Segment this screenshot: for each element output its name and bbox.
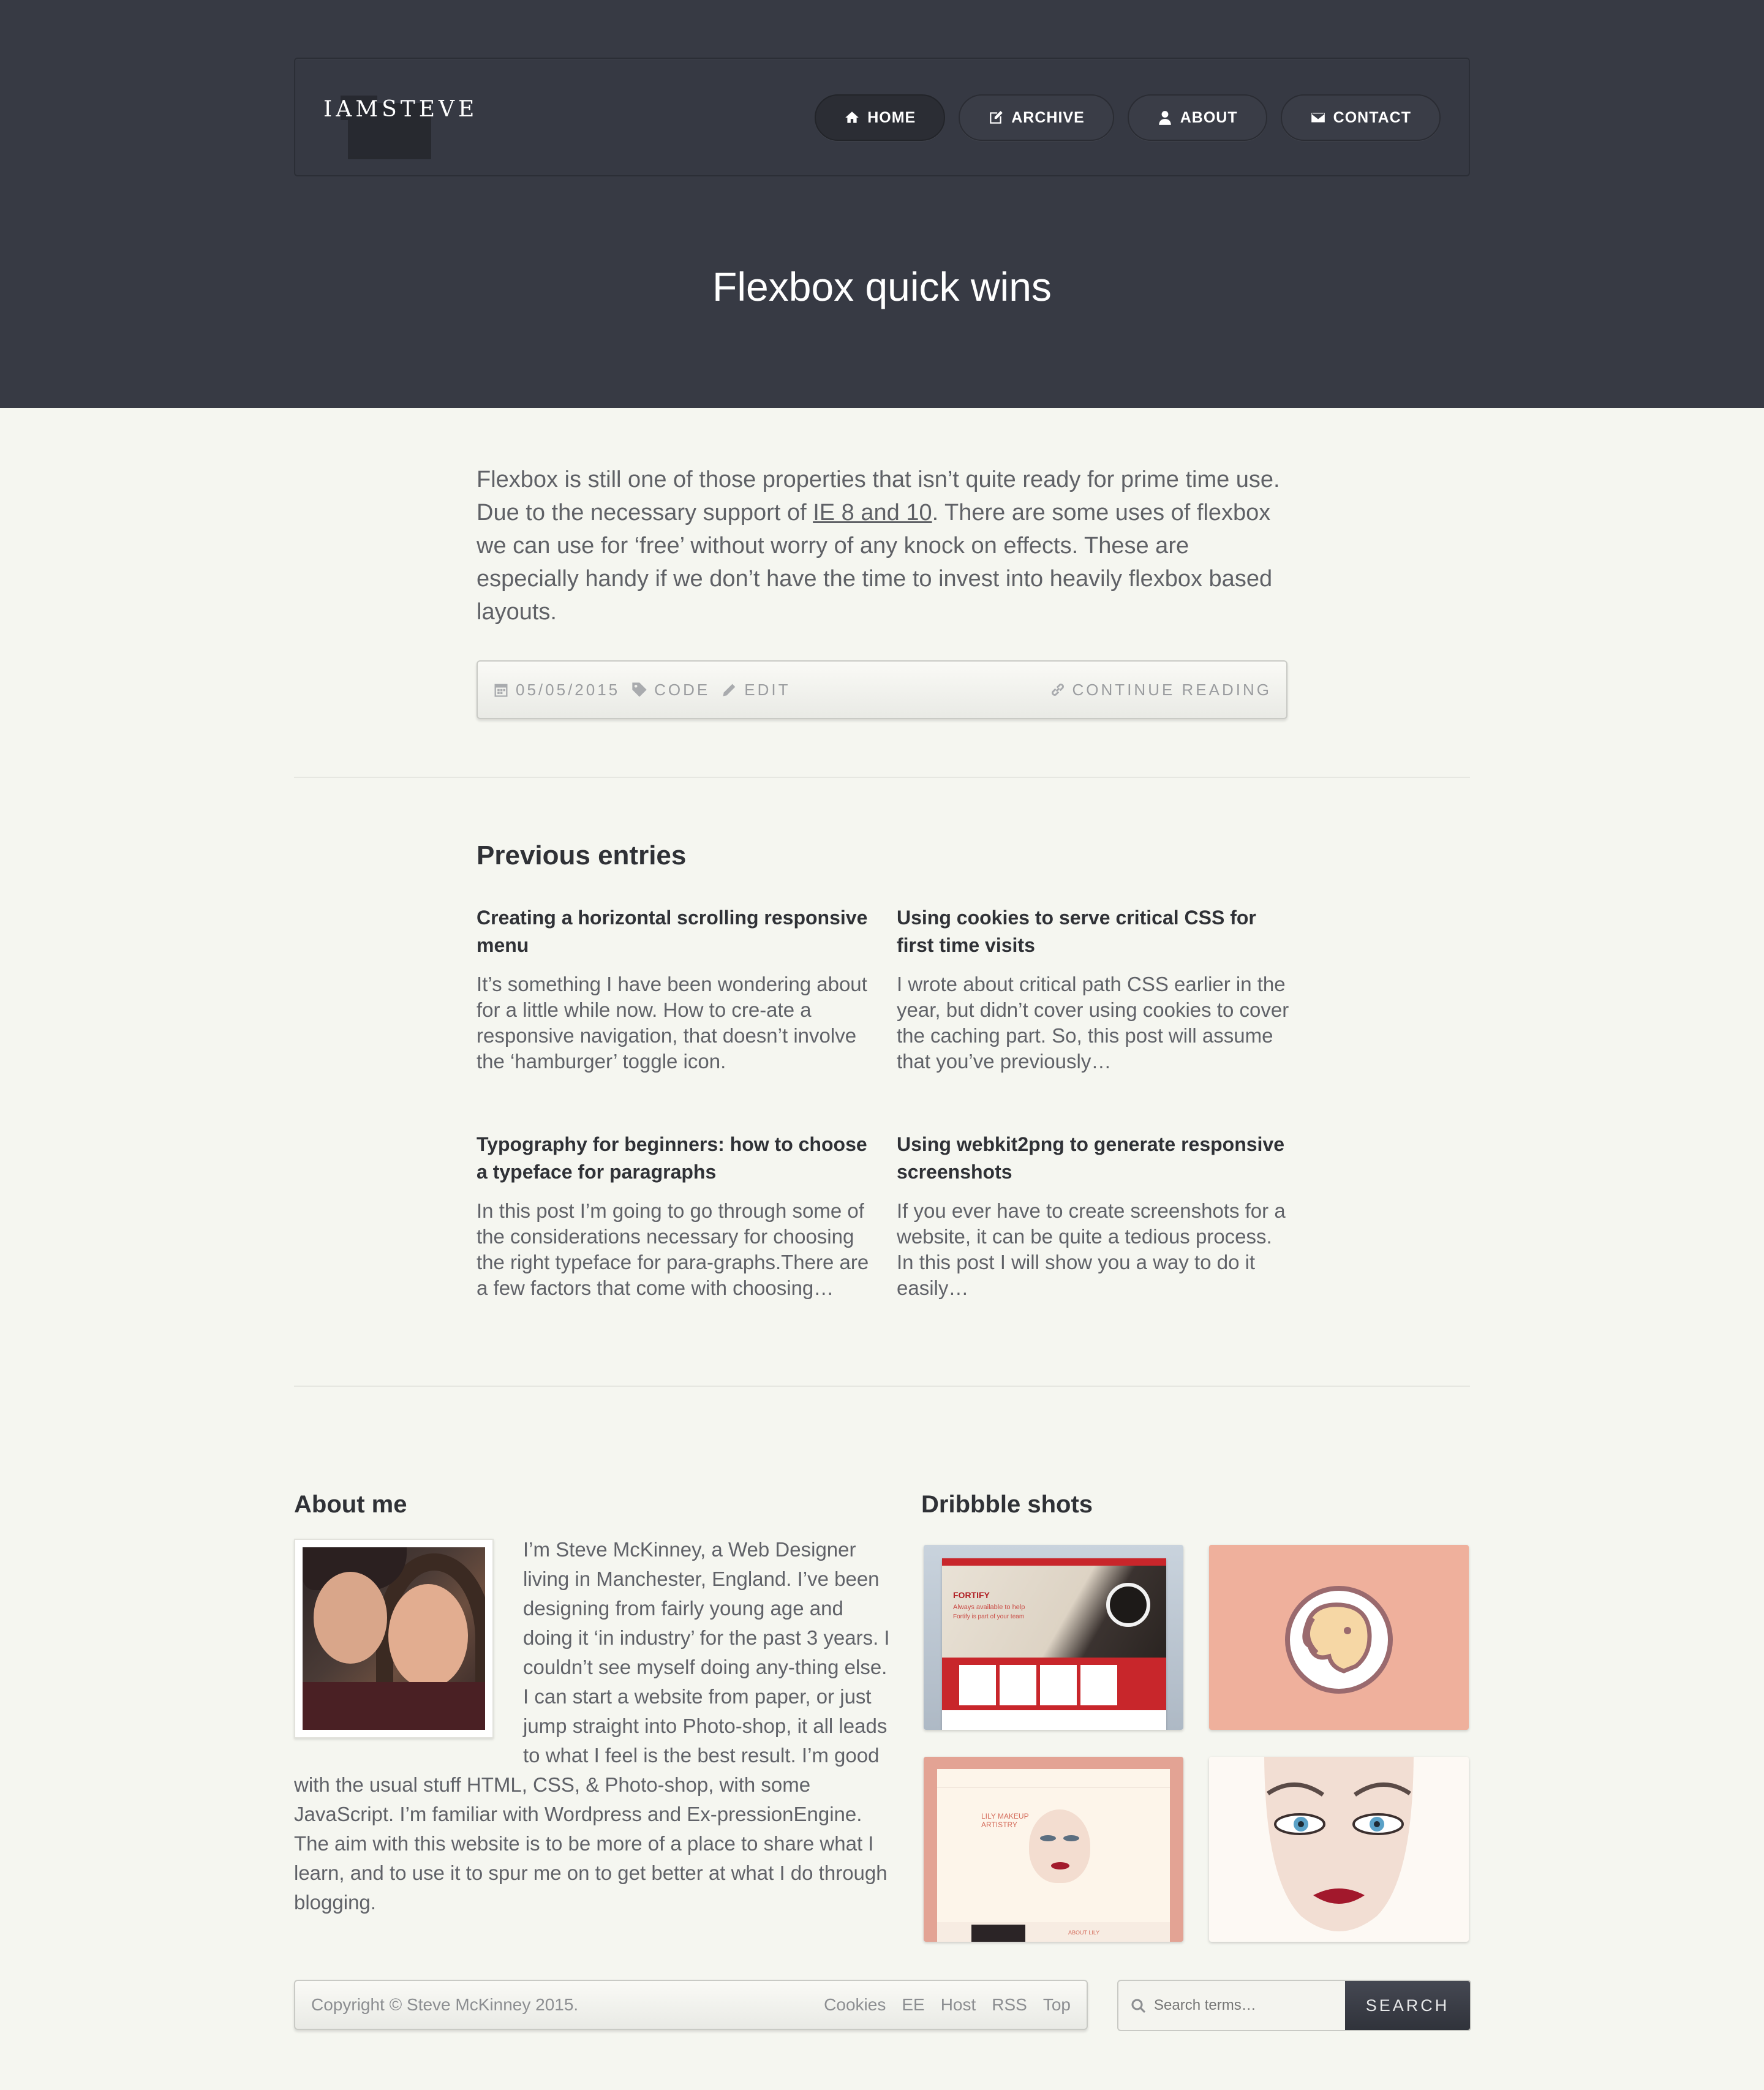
search-icon (1131, 1999, 1146, 2013)
dog-icon (1285, 1586, 1393, 1694)
shot-subline: Fortify is part of your team (953, 1613, 1025, 1620)
post-edit-text: EDIT (744, 680, 791, 699)
footer-bar: Copyright © Steve McKinney 2015. Cookies… (294, 1980, 1088, 2030)
entry-title[interactable]: Creating a horizontal scrolling responsi… (477, 904, 872, 959)
footer-links: Cookies EE Host RSS Top (824, 1995, 1071, 2015)
continue-reading-text: CONTINUE READING (1072, 680, 1272, 699)
entry-excerpt: It’s something I have been wondering abo… (477, 973, 867, 1073)
entry-excerpt: In this post I’m going to go through som… (477, 1199, 869, 1299)
footer-link-cookies[interactable]: Cookies (824, 1995, 886, 2015)
navbar: IAMSTEVE HOME ARCHIVE ABOUT CONTACT (294, 58, 1470, 176)
nav-home[interactable]: HOME (815, 94, 946, 141)
footer-link-rss[interactable]: RSS (992, 1995, 1027, 2015)
page-title: Flexbox quick wins (712, 264, 1052, 309)
search-button[interactable]: SEARCH (1345, 1981, 1470, 2030)
shot-brand: FORTIFY (953, 1590, 990, 1600)
divider (294, 1386, 1470, 1387)
user-icon (1159, 111, 1171, 125)
nav-archive-label: ARCHIVE (1011, 108, 1085, 126)
site-logo[interactable]: IAMSTEVE (323, 97, 478, 122)
dribbble-shot-makeup-site[interactable]: LILY MAKEUP ARTISTRY ABOUT LILY (924, 1757, 1183, 1942)
entry-card: Typography for beginners: how to choose … (477, 1131, 872, 1301)
previous-entries-heading: Previous entries (477, 840, 687, 870)
search-input[interactable] (1118, 1981, 1345, 2030)
site-header: IAMSTEVE HOME ARCHIVE ABOUT CONTACT Flex… (0, 0, 1764, 408)
copyright-text: Copyright © Steve McKinney 2015. (311, 1995, 579, 2014)
about-heading: About me (294, 1491, 407, 1518)
post-category[interactable]: CODE (631, 681, 710, 700)
entry-excerpt: If you ever have to create screenshots f… (897, 1199, 1286, 1299)
home-icon (845, 111, 859, 123)
ie-support-link[interactable]: IE 8 and 10 (813, 500, 932, 526)
dribbble-shot-fortify[interactable]: FORTIFY Always available to help Fortify… (924, 1545, 1183, 1730)
divider (294, 777, 1470, 778)
post-date-text: 05/05/2015 (516, 680, 620, 699)
post-category-text: CODE (654, 680, 710, 699)
nav-about-label: ABOUT (1180, 108, 1238, 126)
author-photo (294, 1539, 494, 1738)
footer-link-host[interactable]: Host (941, 1995, 976, 2015)
entry-title[interactable]: Using webkit2png to generate responsive … (897, 1131, 1292, 1186)
calendar-icon (494, 684, 508, 697)
entry-card: Using webkit2png to generate responsive … (897, 1131, 1292, 1301)
main-nav: HOME ARCHIVE ABOUT CONTACT (815, 94, 1441, 141)
pencil-icon (723, 684, 736, 696)
nav-about[interactable]: ABOUT (1127, 94, 1267, 141)
tag-icon (632, 682, 647, 697)
nav-contact-label: CONTACT (1333, 108, 1411, 126)
link-icon (1051, 684, 1064, 696)
author-photo-image (303, 1547, 485, 1730)
footer-link-ee[interactable]: EE (902, 1995, 924, 2015)
post-intro: Flexbox is still one of those properties… (477, 463, 1289, 628)
dribbble-shot-dog-logo[interactable] (1209, 1545, 1469, 1730)
dribbble-heading: Dribbble shots (921, 1491, 1093, 1518)
entry-title[interactable]: Typography for beginners: how to choose … (477, 1131, 872, 1186)
entry-card: Using cookies to serve critical CSS for … (897, 904, 1292, 1074)
shot-tagline: Always available to help (953, 1604, 1025, 1611)
search-form: SEARCH (1117, 1980, 1471, 2031)
edit-icon (990, 111, 1003, 124)
post-edit[interactable]: EDIT (721, 681, 790, 700)
post-meta-bar: 05/05/2015 CODE EDIT CONTINUE READING (477, 660, 1287, 719)
footer-link-top[interactable]: Top (1043, 1995, 1071, 2015)
shot-makeup-footer: ABOUT LILY (1068, 1930, 1100, 1936)
face-illustration-icon (1264, 1757, 1414, 1931)
nav-archive[interactable]: ARCHIVE (959, 94, 1114, 141)
post-date: 05/05/2015 (492, 681, 620, 700)
dribbble-shot-face-illustration[interactable] (1209, 1757, 1469, 1942)
mail-icon (1311, 113, 1325, 123)
entry-excerpt: I wrote about critical path CSS earlier … (897, 973, 1289, 1073)
nav-home-label: HOME (867, 108, 916, 126)
entry-card: Creating a horizontal scrolling responsi… (477, 904, 872, 1074)
entry-title[interactable]: Using cookies to serve critical CSS for … (897, 904, 1292, 959)
continue-reading-link[interactable]: CONTINUE READING (1049, 681, 1272, 700)
nav-contact[interactable]: CONTACT (1280, 94, 1441, 141)
